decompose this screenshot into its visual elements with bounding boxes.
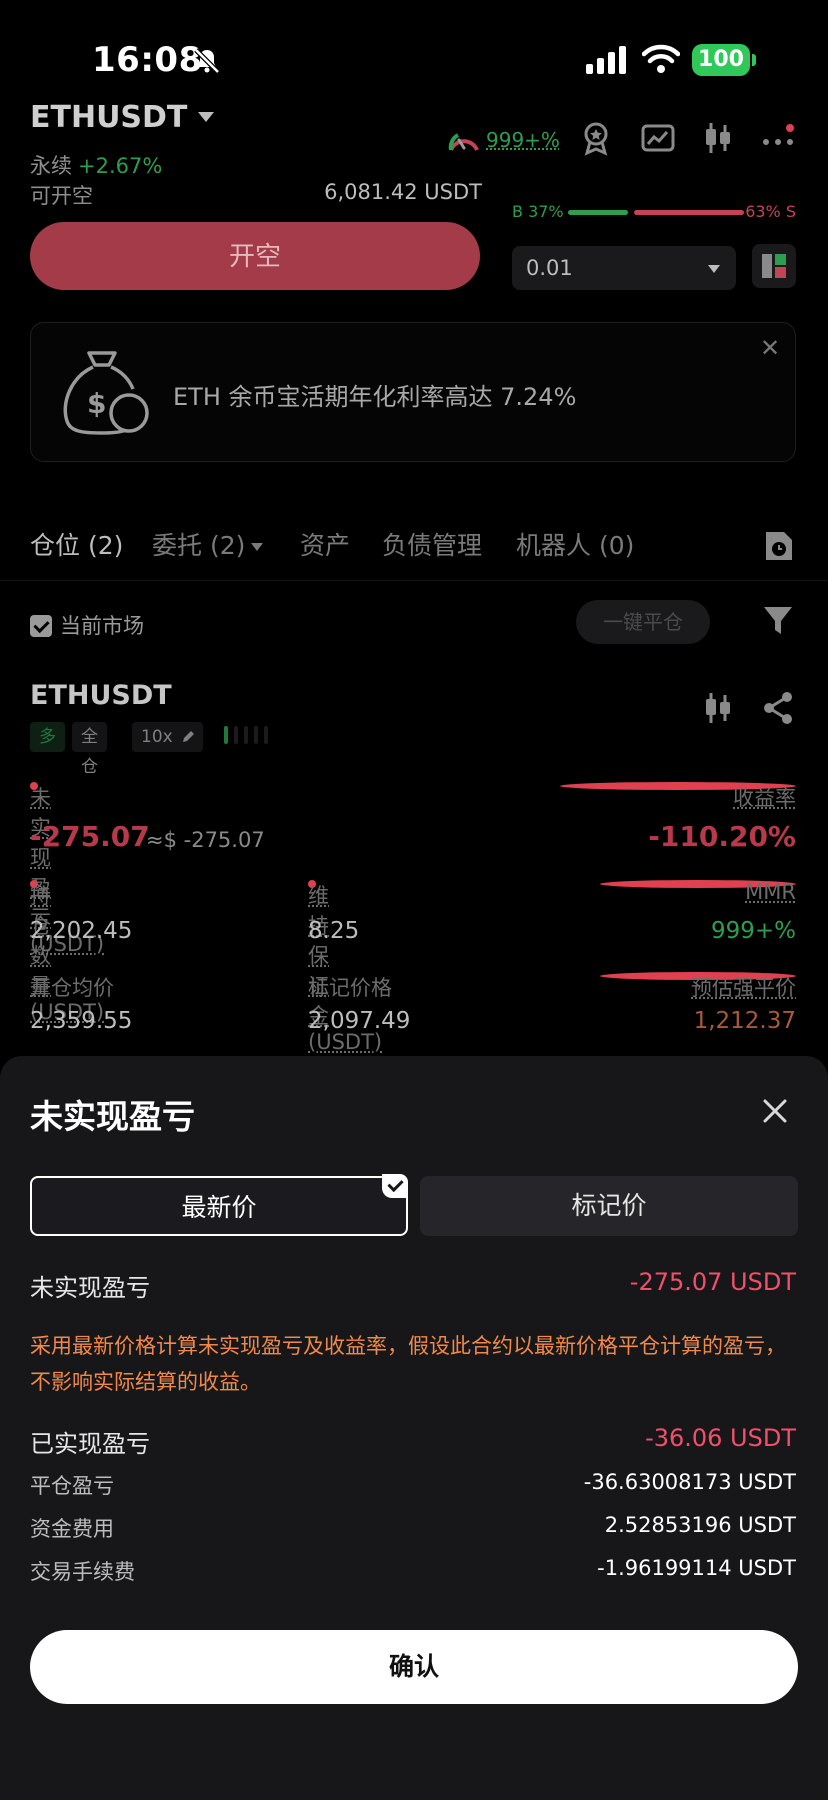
liq-price-value: 1,212.37 xyxy=(693,1008,796,1034)
buy-ratio: B 37% xyxy=(512,202,564,221)
unrealized-pnl-approx: ≈$ -275.07 xyxy=(146,828,265,852)
tab-liabilities[interactable]: 负债管理 xyxy=(382,526,482,562)
leverage-tag[interactable]: 10x xyxy=(132,722,203,752)
entry-price-value: 2,359.55 xyxy=(30,1008,133,1034)
adl-indicator xyxy=(224,726,274,748)
close-icon[interactable]: ✕ xyxy=(759,336,781,360)
mmr-value: 999+% xyxy=(710,918,796,944)
tab-orders-label: 委托 (2) xyxy=(152,531,246,560)
current-market-label: 当前市场 xyxy=(60,614,144,638)
tab-positions[interactable]: 仓位 (2) xyxy=(30,526,123,562)
selected-check-icon xyxy=(382,1174,408,1198)
maint-margin-value: 8.25 xyxy=(308,918,360,944)
entry-price-label: 开仓均价 xyxy=(30,976,114,1000)
roi-value: -110.20% xyxy=(648,820,796,853)
position-symbol: ETHUSDT xyxy=(30,680,172,711)
svg-text:$: $ xyxy=(87,387,106,420)
muted-bell-icon xyxy=(194,48,220,74)
chevron-down-icon[interactable] xyxy=(198,112,214,122)
sheet-title: 未实现盈亏 xyxy=(30,1097,195,1136)
mark-price-label: 标记价格 xyxy=(308,976,392,1000)
chevron-down-icon xyxy=(708,265,720,273)
adl-bar xyxy=(224,726,228,744)
position-size-label[interactable]: 持仓数量 (USDT) xyxy=(30,880,104,1024)
close-icon[interactable] xyxy=(760,1096,790,1126)
tab-orders[interactable]: 委托 (2) xyxy=(152,526,264,562)
candlestick-icon[interactable] xyxy=(700,690,736,726)
position-tabs: 仓位 (2) 委托 (2) 资产 负债管理 机器人 (0) xyxy=(30,526,800,566)
segment-latest-price[interactable]: 最新价 xyxy=(30,1176,408,1236)
mark-price-value: 2,097.49 xyxy=(308,1008,411,1034)
unrealized-pnl-value: -275.07 xyxy=(30,820,150,853)
realized-pnl-value: -36.06 USDT xyxy=(645,1424,796,1452)
side-tag: 多 xyxy=(30,722,65,752)
realized-pnl-label: 已实现盈亏 xyxy=(30,1430,150,1458)
tab-assets[interactable]: 资产 xyxy=(300,526,350,562)
roi-label[interactable]: 收益率 xyxy=(560,782,796,810)
status-time: 16:08 xyxy=(92,40,203,80)
battery-indicator: 100 xyxy=(692,44,756,76)
mmr-label[interactable]: MMR xyxy=(600,880,796,904)
funding-fee-label: 资金费用 xyxy=(30,1517,114,1541)
position-size-value: 2,202.45 xyxy=(30,918,133,944)
notification-dot xyxy=(786,124,794,132)
trading-fee-value: -1.96199114 USDT xyxy=(597,1556,796,1580)
cellular-signal-icon xyxy=(586,46,626,74)
unrealized-pnl-label[interactable]: 未实现盈亏 (USDT) xyxy=(30,782,104,956)
adl-bar xyxy=(264,726,268,744)
close-all-button[interactable]: 一键平仓 xyxy=(576,600,710,644)
sell-ratio: 63% S xyxy=(745,202,796,221)
confirm-button[interactable]: 确认 xyxy=(30,1630,798,1704)
risk-gauge-icon[interactable] xyxy=(446,124,482,156)
can-open-label: 可开空 xyxy=(30,184,93,208)
candlestick-icon[interactable] xyxy=(700,120,736,156)
checkbox-checked-icon[interactable] xyxy=(30,615,52,637)
current-market-filter[interactable]: 当前市场 xyxy=(30,610,144,640)
adl-bar xyxy=(234,726,238,744)
wifi-icon xyxy=(642,44,680,73)
share-icon[interactable] xyxy=(760,690,796,726)
open-short-button[interactable]: 开空 xyxy=(30,222,480,290)
funding-fee-value: 2.52853196 USDT xyxy=(604,1513,796,1537)
edit-pencil-icon xyxy=(182,731,194,742)
chevron-down-icon xyxy=(251,543,264,551)
tabs-divider xyxy=(0,580,828,581)
history-document-icon[interactable] xyxy=(764,530,794,562)
price-change: +2.67% xyxy=(78,154,163,178)
pair-selector[interactable]: ETHUSDT xyxy=(30,100,187,135)
margin-mode-tag[interactable]: 全仓 xyxy=(72,722,107,777)
chart-card-icon[interactable] xyxy=(640,120,676,156)
quantity-value: 0.01 xyxy=(526,256,573,280)
badge-award-icon[interactable] xyxy=(578,120,614,156)
sheet-unrealized-value: -275.07 USDT xyxy=(629,1268,796,1296)
quantity-select[interactable]: 0.01 xyxy=(512,246,736,290)
maint-margin-label[interactable]: 维持保证金 (USDT) xyxy=(308,880,382,1054)
adl-bar xyxy=(254,726,258,744)
buy-ratio-bar xyxy=(568,210,628,215)
promo-banner[interactable]: $ ETH 余币宝活期年化利率高达 7.24% ✕ xyxy=(30,322,796,462)
contract-info: 永续 +2.67% xyxy=(30,150,162,180)
sheet-unrealized-label: 未实现盈亏 xyxy=(30,1274,150,1302)
sell-ratio-bar xyxy=(634,210,744,215)
promo-text: ETH 余币宝活期年化利率高达 7.24% xyxy=(173,383,577,411)
segment-mark-price[interactable]: 标记价 xyxy=(420,1176,798,1236)
leverage-value: 10x xyxy=(141,727,173,747)
long-short-ratio: B 37% 63% S xyxy=(512,202,796,222)
orderbook-layout-icon[interactable] xyxy=(752,244,796,288)
adl-bar xyxy=(244,726,248,744)
risk-value[interactable]: 999+% xyxy=(486,128,560,152)
trading-fee-label: 交易手续费 xyxy=(30,1560,135,1584)
contract-type: 永续 xyxy=(30,154,72,178)
close-pnl-value: -36.63008173 USDT xyxy=(583,1470,796,1494)
available-balance: 6,081.42 USDT xyxy=(324,180,482,204)
liq-price-label[interactable]: 预估强平价 xyxy=(600,972,796,1000)
money-bag-icon: $ xyxy=(63,351,149,435)
unrealized-pnl-sheet: 未实现盈亏 最新价 标记价 未实现盈亏 -275.07 USDT 采用最新价格计… xyxy=(0,1056,828,1800)
close-pnl-label: 平仓盈亏 xyxy=(30,1474,114,1498)
calculation-note: 采用最新价格计算未实现盈亏及收益率，假设此合约以最新价格平仓计算的盈亏，不影响实… xyxy=(30,1334,786,1394)
filter-icon[interactable] xyxy=(762,604,794,638)
tab-bots[interactable]: 机器人 (0) xyxy=(516,526,634,562)
